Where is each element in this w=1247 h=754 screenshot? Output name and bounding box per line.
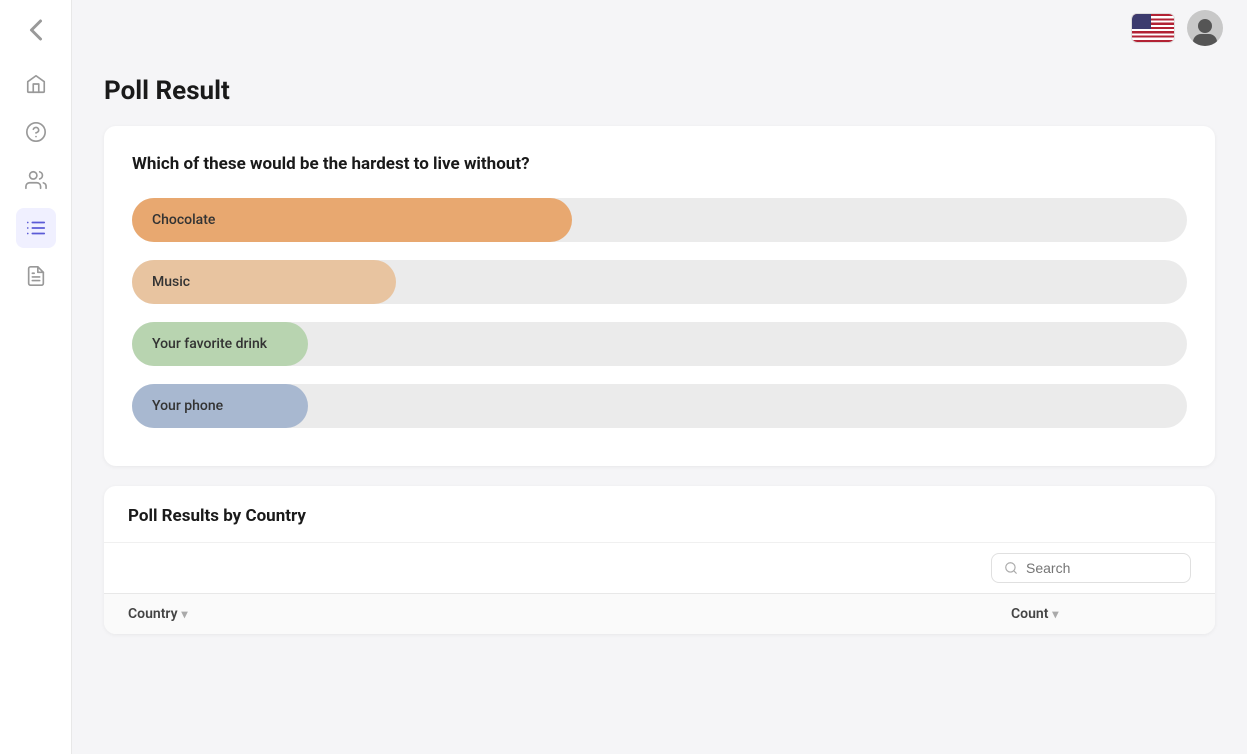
sidebar-toggle[interactable] [18, 12, 54, 48]
country-table-header: Poll Results by Country [104, 486, 1215, 542]
poll-option-3: Your phone 16.67% 2 votes [132, 384, 1187, 428]
avatar-image [1187, 10, 1223, 46]
avatar-head [1198, 19, 1212, 33]
language-flag[interactable] [1131, 13, 1175, 43]
column-count-sort-icon: ▾ [1052, 607, 1058, 621]
search-box[interactable] [991, 553, 1191, 583]
poll-bar-label-2: Your favorite drink [132, 322, 267, 366]
main-content: Poll Result Which of these would be the … [72, 0, 1247, 754]
table-header-row: Country ▾ Count ▾ [104, 593, 1215, 634]
column-country-label: Country [128, 606, 178, 622]
country-table-card: Poll Results by Country Country ▾ [104, 486, 1215, 634]
sidebar [0, 0, 72, 754]
content-area: Poll Result Which of these would be the … [72, 56, 1247, 754]
poll-option-2: Your favorite drink 16.67% 2 votes [132, 322, 1187, 366]
search-input[interactable] [1026, 560, 1178, 576]
country-table-toolbar [104, 542, 1215, 593]
column-count-label: Count [1011, 606, 1048, 622]
sidebar-item-home[interactable] [16, 64, 56, 104]
poll-bar-container-3: Your phone 16.67% 2 votes [132, 384, 1187, 428]
page-title: Poll Result [104, 76, 1215, 106]
us-flag [1132, 14, 1174, 42]
poll-bar-label-3: Your phone [132, 384, 223, 428]
column-header-count[interactable]: Count ▾ [1011, 606, 1191, 622]
column-header-country[interactable]: Country ▾ [128, 606, 1011, 622]
poll-card: Which of these would be the hardest to l… [104, 126, 1215, 466]
poll-bar-container-2: Your favorite drink 16.67% 2 votes [132, 322, 1187, 366]
poll-bar-label-0: Chocolate [132, 198, 215, 242]
sidebar-item-users[interactable] [16, 160, 56, 200]
poll-option-0: Chocolate 41.67% 5 votes [132, 198, 1187, 242]
header [72, 0, 1247, 56]
column-country-sort-icon: ▾ [182, 607, 188, 621]
poll-question: Which of these would be the hardest to l… [132, 154, 1187, 174]
search-icon [1004, 561, 1018, 575]
sidebar-item-reports[interactable] [16, 256, 56, 296]
poll-option-1: Music 25% 3 votes [132, 260, 1187, 304]
avatar[interactable] [1187, 10, 1223, 46]
country-table-title: Poll Results by Country [128, 506, 1191, 526]
avatar-body [1193, 34, 1217, 46]
poll-bar-container-0: Chocolate 41.67% 5 votes [132, 198, 1187, 242]
poll-bar-container-1: Music 25% 3 votes [132, 260, 1187, 304]
sidebar-item-help[interactable] [16, 112, 56, 152]
poll-bar-label-1: Music [132, 260, 190, 304]
sidebar-item-list[interactable] [16, 208, 56, 248]
